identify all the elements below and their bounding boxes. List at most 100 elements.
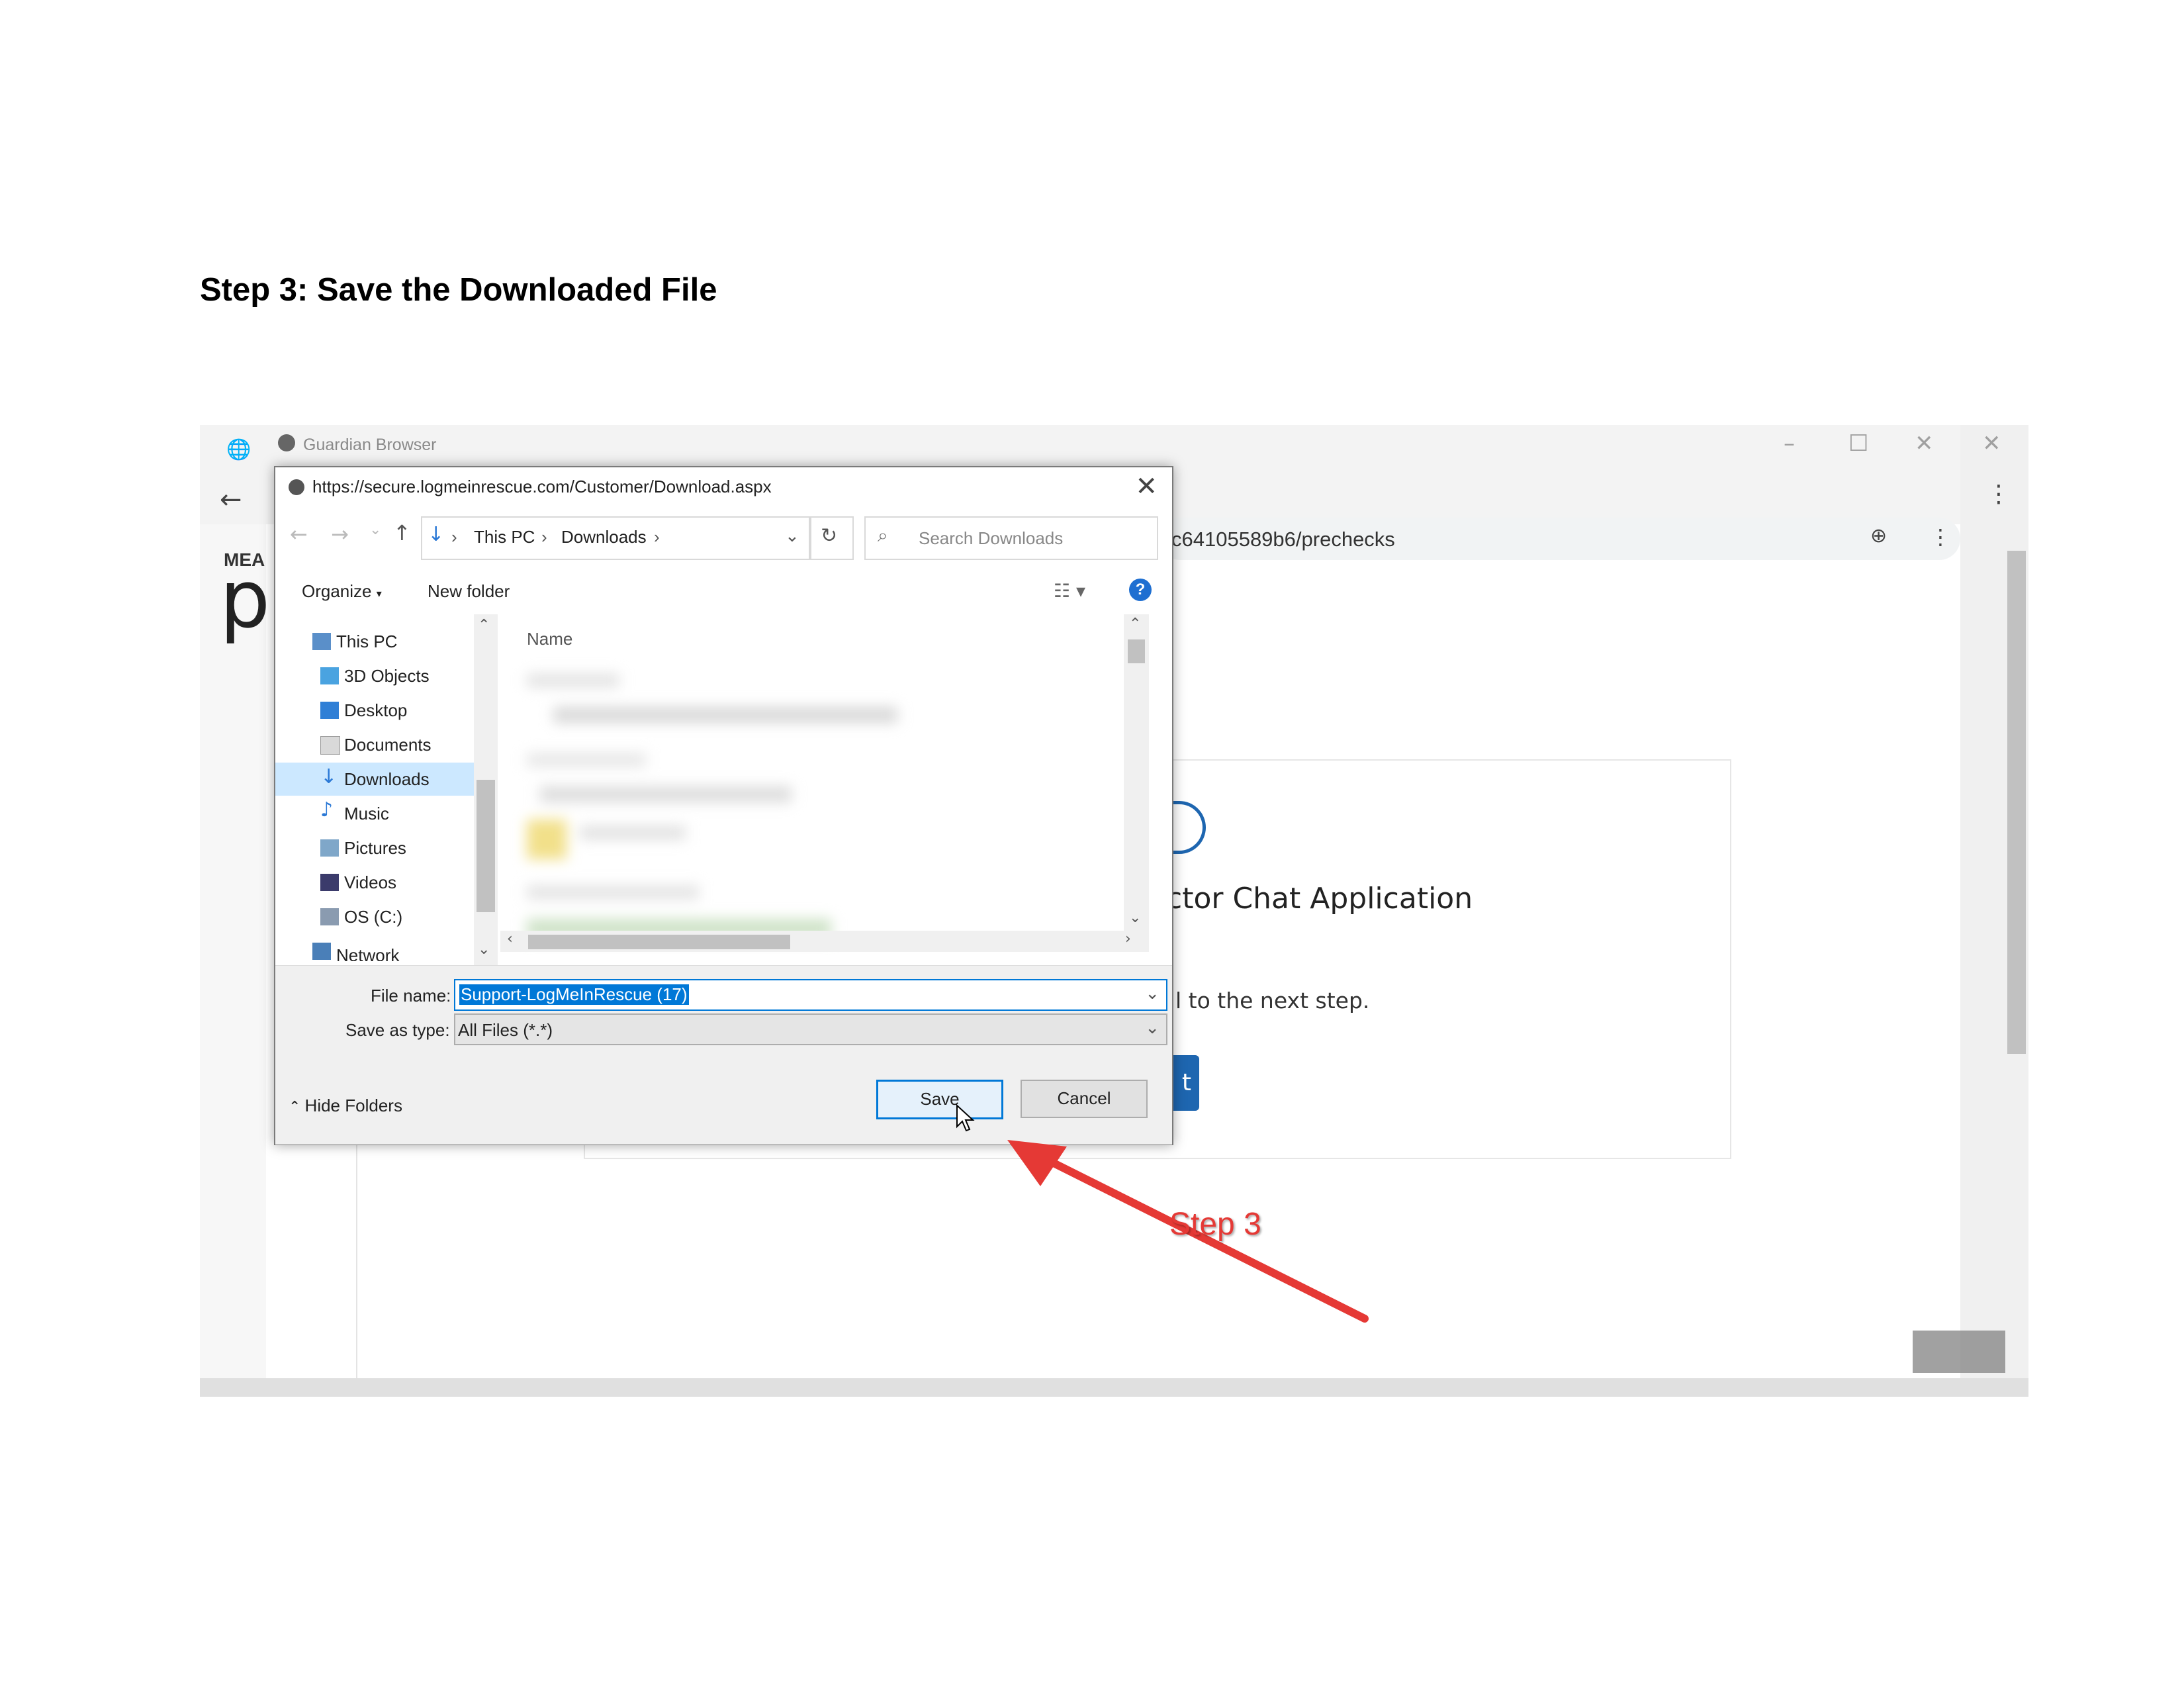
close-window-icon[interactable]: ✕	[1915, 430, 1934, 457]
tree-item-downloads[interactable]: ↓ Downloads	[275, 763, 474, 796]
logo-letter: p	[220, 554, 271, 646]
navigation-scrollbar[interactable]: ⌃ ⌄	[474, 614, 498, 965]
view-options-icon[interactable]: ☷ ▾	[1054, 580, 1085, 602]
tree-label-network: Network	[336, 945, 400, 961]
file-name-dropdown-icon[interactable]: ⌄	[1145, 983, 1160, 1004]
drive-icon	[320, 908, 339, 925]
guardian-logo-icon	[278, 434, 295, 451]
card-subtitle: l to the next step.	[1175, 988, 1370, 1013]
horizontal-scrollbar[interactable]	[200, 1378, 2028, 1397]
hide-folders-button[interactable]: ⌃ Hide Folders	[289, 1096, 402, 1116]
desktop-icon	[320, 702, 339, 719]
file-name-label: File name:	[371, 986, 451, 1006]
help-icon[interactable]: ?	[1129, 579, 1152, 601]
save-as-type-dropdown-icon: ⌄	[1145, 1017, 1160, 1037]
column-header-name[interactable]: Name	[527, 629, 572, 649]
scroll-right-icon[interactable]: ›	[1125, 931, 1131, 947]
maximize-icon[interactable]: ☐	[1848, 430, 1868, 457]
dialog-close-icon[interactable]: ✕	[1135, 471, 1158, 502]
screenshot-frame: 🌐 ← Guardian Browser – ☐ ✕ ✕ ⋮ MEA p c64…	[200, 425, 2028, 1397]
nav-forward-icon[interactable]: →	[331, 522, 349, 547]
navigation-scrollbar-thumb[interactable]	[477, 780, 495, 912]
tree-item-documents[interactable]: Documents	[275, 728, 474, 761]
document-icon	[320, 736, 340, 755]
page-scrollbar-thumb[interactable]	[2007, 551, 2026, 1054]
download-icon: ↓	[320, 765, 338, 788]
tree-label-documents: Documents	[344, 735, 432, 755]
nav-up-icon[interactable]: ↑	[393, 520, 411, 545]
tree-item-os-c[interactable]: OS (C:)	[275, 900, 474, 933]
file-scroll-down-icon[interactable]: ⌄	[1129, 910, 1141, 926]
new-folder-button[interactable]: New folder	[428, 581, 510, 602]
chevron-up-icon: ⌃	[289, 1098, 305, 1115]
cancel-button[interactable]: Cancel	[1021, 1080, 1148, 1118]
media-controls[interactable]	[1913, 1331, 2005, 1373]
command-bar: Organize ▾ New folder ☷ ▾ ?	[275, 567, 1172, 613]
tree-label-desktop: Desktop	[344, 700, 408, 720]
browser-menu-icon[interactable]: ⋮	[1930, 524, 1951, 549]
search-placeholder: Search Downloads	[919, 528, 1064, 548]
breadcrumb-this-pc[interactable]: This PC	[474, 527, 535, 547]
dialog-title: https://secure.logmeinrescue.com/Custome…	[312, 477, 772, 496]
save-button[interactable]: Save	[876, 1080, 1003, 1119]
breadcrumb-separator-icon: ›	[451, 527, 457, 547]
search-icon: ⌕	[878, 524, 888, 546]
search-input[interactable]: ⌕ Search Downloads	[864, 516, 1158, 560]
breadcrumb-dropdown-icon[interactable]: ⌄	[785, 526, 799, 546]
tree-item-network[interactable]: Network	[275, 935, 474, 961]
browser-tab-bar	[200, 425, 1960, 470]
tree-label-os-c: OS (C:)	[344, 907, 403, 927]
breadcrumb-downloads[interactable]: Downloads	[561, 527, 647, 547]
mouse-pointer-icon	[956, 1104, 975, 1132]
tree-item-3d-objects[interactable]: 3D Objects	[275, 659, 474, 692]
navigation-bar: ← → ⌄ ↑ ↓ › This PC › Downloads › ⌄ ↻ ⌕ …	[275, 510, 1172, 565]
tree-label-pictures: Pictures	[344, 838, 406, 858]
nav-back-icon[interactable]: ←	[290, 522, 308, 547]
close-outer-window-icon[interactable]: ✕	[1982, 430, 2001, 457]
scroll-up-icon[interactable]: ⌃	[478, 617, 490, 633]
hide-folders-label: Hide Folders	[304, 1096, 402, 1115]
save-as-type-select[interactable]: All Files (*.*) ⌄	[454, 1013, 1167, 1045]
save-as-type-value: All Files (*.*)	[458, 1020, 553, 1040]
file-list-horizontal-scrollbar[interactable]: ‹ ›	[500, 931, 1149, 952]
globe-icon: 🌐	[226, 438, 251, 461]
breadcrumb-separator-icon: ›	[541, 527, 547, 547]
file-list-horizontal-thumb[interactable]	[528, 935, 790, 949]
navigation-pane: This PC 3D Objects Desktop Documents ↓ D…	[275, 614, 500, 965]
blurred-file-entries	[514, 667, 1096, 945]
file-scroll-up-icon[interactable]: ⌃	[1129, 616, 1141, 632]
address-text: c64105589b6/prechecks	[1171, 528, 1395, 551]
tree-item-pictures[interactable]: Pictures	[275, 831, 474, 865]
refresh-icon: ↻	[821, 524, 838, 547]
file-list-scrollbar[interactable]: ⌃ ⌄	[1124, 614, 1149, 931]
tree-label-music: Music	[344, 804, 389, 823]
refresh-button[interactable]: ↻	[809, 516, 854, 560]
minimize-icon[interactable]: –	[1784, 430, 1795, 457]
dialog-footer: File name: Support-LogMeInRescue (17) ⌄ …	[275, 965, 1172, 1145]
left-panel	[200, 524, 266, 1385]
organize-label: Organize	[302, 581, 372, 601]
scroll-down-icon[interactable]: ⌄	[478, 941, 490, 958]
step-annotation-label: Step 3	[1169, 1207, 1261, 1242]
file-list-scrollbar-thumb[interactable]	[1128, 639, 1145, 663]
annotation-arrow	[1007, 1140, 1369, 1323]
tree-label-downloads: Downloads	[344, 769, 430, 789]
recent-dropdown-icon[interactable]: ⌄	[369, 522, 381, 538]
breadcrumb-separator-icon: ›	[654, 527, 660, 547]
file-name-value: Support-LogMeInRescue (17)	[459, 984, 689, 1005]
tree-item-desktop[interactable]: Desktop	[275, 694, 474, 727]
scroll-left-icon[interactable]: ‹	[507, 931, 513, 947]
breadcrumb[interactable]: ↓ › This PC › Downloads › ⌄	[421, 516, 811, 560]
outer-menu-icon[interactable]: ⋮	[1987, 481, 2011, 508]
zoom-icon[interactable]: ⊕	[1870, 524, 1887, 547]
save-as-type-label: Save as type:	[345, 1020, 450, 1040]
film-icon	[320, 874, 339, 891]
tree-item-videos[interactable]: Videos	[275, 866, 474, 899]
back-arrow-icon[interactable]: ←	[220, 485, 242, 515]
card-title: ctor Chat Application	[1166, 882, 1473, 915]
tree-item-music[interactable]: ♪ Music	[275, 797, 474, 830]
file-name-input[interactable]: Support-LogMeInRescue (17) ⌄	[454, 979, 1167, 1011]
dialog-app-icon	[289, 479, 304, 495]
tree-item-this-pc[interactable]: This PC	[275, 625, 474, 658]
organize-button[interactable]: Organize ▾	[302, 581, 382, 602]
